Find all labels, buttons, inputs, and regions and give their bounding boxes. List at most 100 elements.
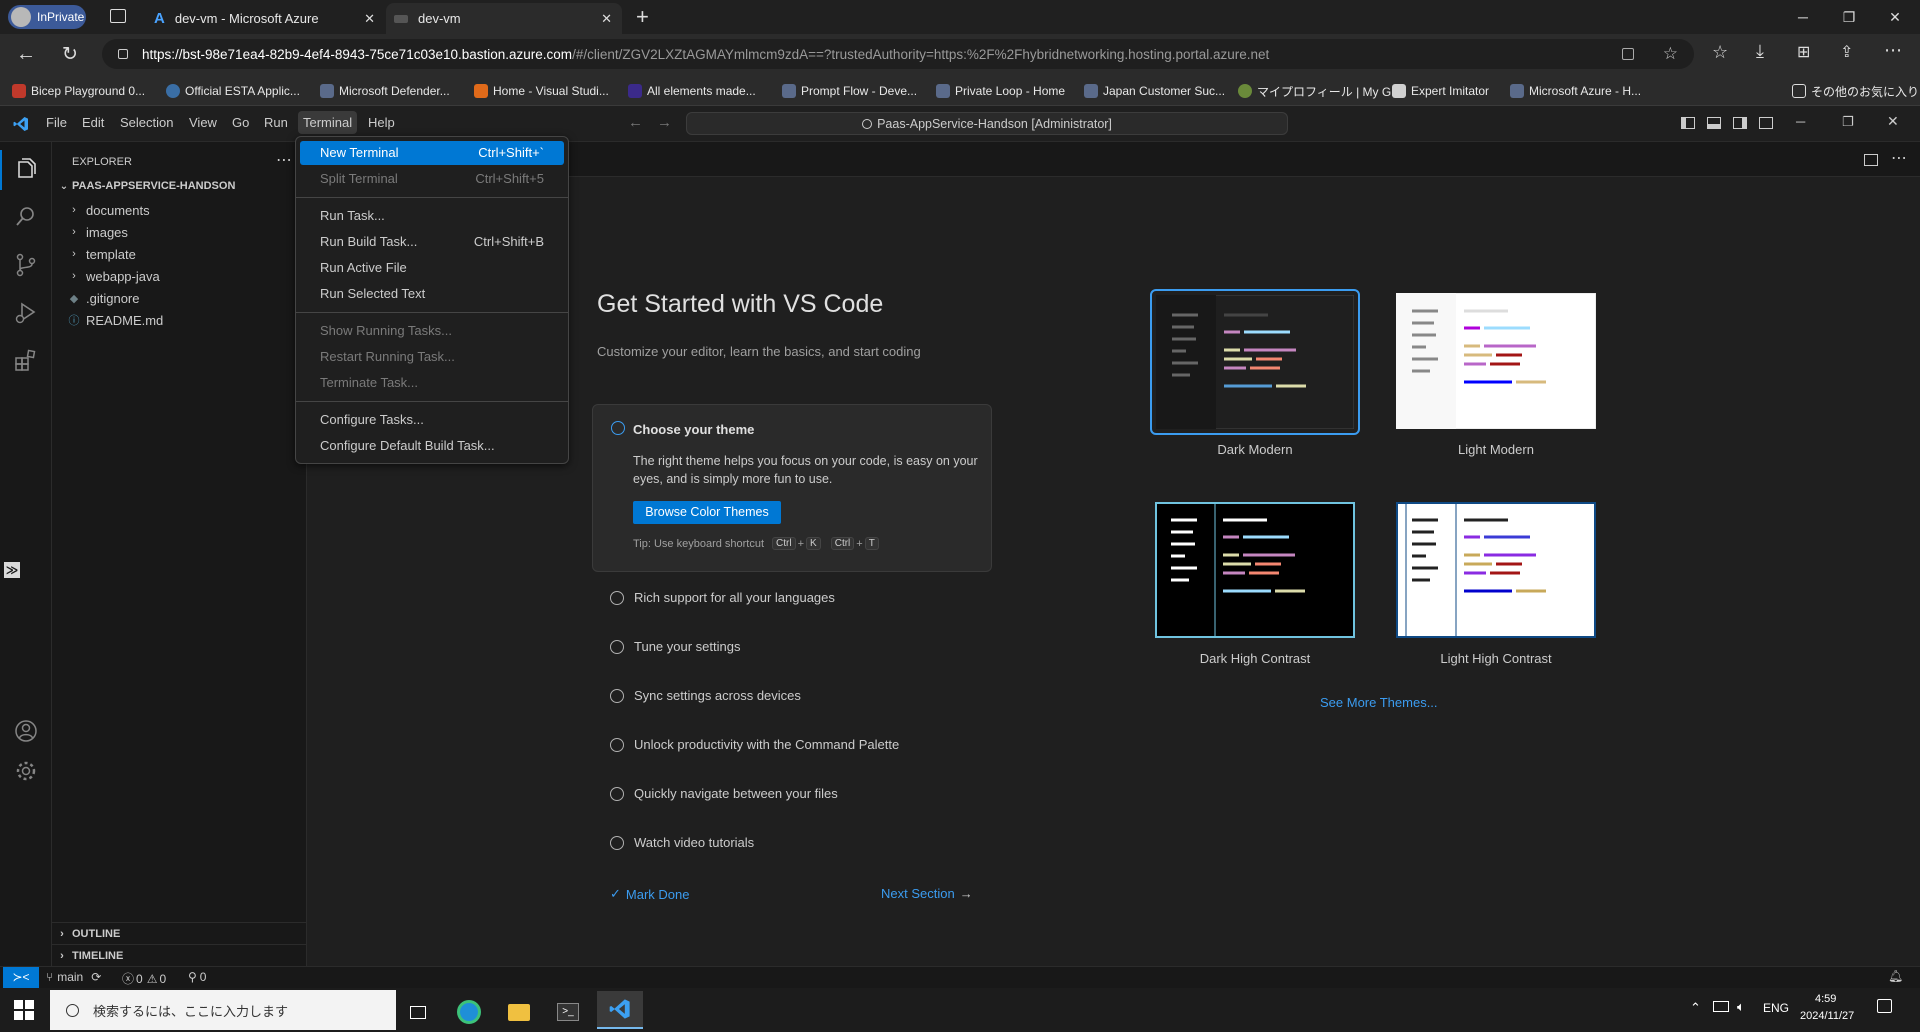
vs-restore-button[interactable]: ❐ — [1842, 114, 1854, 130]
theme-dark-high-contrast[interactable] — [1155, 502, 1355, 638]
command-center[interactable]: Paas-AppService-Handson [Administrator] — [686, 112, 1288, 135]
lock-icon[interactable] — [118, 49, 128, 59]
theme-dark-modern[interactable] — [1150, 289, 1360, 435]
chevron-up-icon[interactable]: ⌃ — [1690, 1000, 1701, 1016]
favorite-item[interactable]: Bicep Playground 0... — [12, 82, 145, 100]
menu-show-running-tasks[interactable]: Show Running Tasks... — [300, 319, 564, 343]
next-section-link[interactable]: Next Section → — [881, 886, 973, 901]
workspaces-icon[interactable] — [110, 9, 126, 23]
menu-restart-running-task[interactable]: Restart Running Task... — [300, 345, 564, 369]
tree-file-readme[interactable]: ⓘ README.md — [66, 310, 164, 330]
menu-configure-default-build-task[interactable]: Configure Default Build Task... — [300, 434, 564, 458]
menu-run[interactable]: Run — [264, 115, 288, 130]
file-explorer-icon[interactable] — [499, 994, 539, 1030]
menu-terminate-task[interactable]: Terminate Task... — [300, 371, 564, 395]
minimize-button[interactable]: ─ — [1780, 0, 1826, 34]
menu-go[interactable]: Go — [232, 115, 249, 130]
menu-run-task[interactable]: Run Task... — [300, 204, 564, 228]
favorite-item[interactable]: Microsoft Defender... — [320, 82, 450, 100]
menu-run-build-task[interactable]: Run Build Task... Ctrl+Shift+B — [300, 230, 564, 254]
favorite-item[interactable]: Microsoft Azure - H... — [1510, 82, 1641, 100]
favorite-item[interactable]: All elements made... — [628, 82, 756, 100]
tree-folder-webapp-java[interactable]: › webapp-java — [66, 266, 160, 286]
step-videos[interactable]: Watch video tutorials — [610, 835, 754, 850]
download-icon[interactable]: ⤓ — [1756, 41, 1764, 62]
remote-session-icon[interactable]: ≫ — [4, 562, 20, 578]
url-field[interactable]: https://bst-98e71ea4-82b9-4ef4-8943-75ce… — [102, 39, 1694, 69]
source-control-icon[interactable] — [13, 252, 39, 278]
back-icon[interactable]: ← — [16, 43, 36, 66]
step-sync[interactable]: Sync settings across devices — [610, 688, 801, 703]
read-aloud-icon[interactable] — [1622, 48, 1634, 60]
workspace-root[interactable]: ⌄ PAAS-APPSERVICE-HANDSON — [56, 180, 236, 192]
menu-file[interactable]: File — [46, 115, 67, 130]
vs-minimize-button[interactable]: ─ — [1796, 114, 1805, 129]
vscode-taskbar-icon[interactable] — [597, 991, 643, 1029]
share-icon[interactable]: ⇪ — [1840, 42, 1853, 62]
tree-folder-documents[interactable]: › documents — [66, 200, 149, 220]
tree-folder-images[interactable]: › images — [66, 222, 128, 242]
search-icon[interactable] — [13, 204, 39, 230]
favorite-item[interactable]: Private Loop - Home — [936, 82, 1065, 100]
customize-layout-icon[interactable] — [1759, 117, 1773, 129]
theme-light-high-contrast[interactable] — [1396, 502, 1596, 638]
menu-split-terminal[interactable]: Split Terminal Ctrl+Shift+5 — [300, 167, 564, 191]
action-center-icon[interactable] — [1877, 999, 1892, 1013]
gear-icon[interactable] — [13, 758, 39, 784]
editor-more-icon[interactable]: ⋯ — [1891, 148, 1907, 168]
step-languages[interactable]: Rich support for all your languages — [610, 590, 835, 605]
run-debug-icon[interactable] — [13, 300, 39, 326]
accounts-icon[interactable] — [13, 718, 39, 744]
restore-button[interactable]: ❐ — [1826, 0, 1872, 34]
sync-icon[interactable]: ⟳ — [91, 970, 101, 984]
new-tab-button[interactable]: + — [636, 4, 649, 30]
favorites-icon[interactable]: ☆ — [1712, 42, 1728, 63]
toggle-secondary-sidebar-icon[interactable] — [1733, 117, 1747, 129]
tab-dev-vm[interactable]: dev-vm ✕ — [386, 3, 622, 34]
favorite-item[interactable]: Prompt Flow - Deve... — [782, 82, 917, 100]
toggle-sidebar-icon[interactable] — [1681, 117, 1695, 129]
inprivate-badge[interactable]: InPrivate — [8, 5, 86, 29]
menu-configure-tasks[interactable]: Configure Tasks... — [300, 408, 564, 432]
network-icon[interactable] — [1713, 1001, 1729, 1012]
close-icon[interactable]: ✕ — [601, 11, 612, 27]
extensions-icon[interactable] — [13, 348, 39, 374]
split-editor-icon[interactable] — [1864, 154, 1878, 166]
menu-help[interactable]: Help — [368, 115, 395, 130]
favorite-item[interactable]: Home - Visual Studi... — [474, 82, 609, 100]
tree-folder-template[interactable]: › template — [66, 244, 136, 264]
browse-color-themes-button[interactable]: Browse Color Themes — [633, 501, 781, 524]
menu-selection[interactable]: Selection — [120, 115, 173, 130]
branch-indicator[interactable]: ⑂ main ⟳ — [46, 970, 101, 984]
start-button[interactable] — [14, 1000, 34, 1020]
volume-icon[interactable]: 🔈︎ — [1737, 999, 1745, 1015]
favorite-item[interactable]: Japan Customer Suc... — [1084, 82, 1225, 100]
problems-indicator[interactable]: ⓧ 0 ⚠ 0 — [122, 970, 166, 987]
favorite-item[interactable]: マイプロフィール | My G... — [1238, 82, 1401, 100]
timeline-section[interactable]: › TIMELINE — [52, 944, 307, 966]
window-close-button[interactable]: ✕ — [1872, 0, 1918, 34]
tree-file-gitignore[interactable]: ◆ .gitignore — [66, 288, 140, 308]
menu-new-terminal[interactable]: New Terminal Ctrl+Shift+` — [300, 141, 564, 165]
favorite-item[interactable]: Official ESTA Applic... — [166, 82, 300, 100]
step-settings[interactable]: Tune your settings — [610, 639, 740, 654]
input-language[interactable]: ENG — [1763, 1001, 1789, 1015]
other-favorites[interactable]: その他のお気に入り — [1792, 82, 1919, 100]
ports-indicator[interactable]: ⚲ 0 — [188, 970, 206, 984]
task-view-icon[interactable] — [398, 994, 438, 1030]
menu-edit[interactable]: Edit — [82, 115, 104, 130]
remote-indicator[interactable]: ≻< — [3, 967, 39, 988]
favorite-star-icon[interactable]: ☆ — [1663, 44, 1678, 64]
menu-view[interactable]: View — [189, 115, 217, 130]
taskbar-search[interactable]: 検索するには、ここに入力します — [50, 990, 396, 1030]
step-command-palette[interactable]: Unlock productivity with the Command Pal… — [610, 737, 899, 752]
step-navigate[interactable]: Quickly navigate between your files — [610, 786, 838, 801]
see-more-themes-link[interactable]: See More Themes... — [1320, 695, 1438, 710]
notifications-bell-icon[interactable]: 🔔︎ — [1888, 969, 1903, 983]
terminal-app-icon[interactable]: >_ — [548, 994, 588, 1030]
explorer-icon[interactable] — [13, 156, 39, 182]
theme-light-modern[interactable] — [1396, 293, 1596, 429]
clock-date[interactable]: 2024/11/27 — [1800, 1010, 1854, 1022]
favorite-item[interactable]: Expert Imitator — [1392, 82, 1489, 100]
step-choose-theme-card[interactable]: Choose your theme The right theme helps … — [592, 404, 992, 572]
